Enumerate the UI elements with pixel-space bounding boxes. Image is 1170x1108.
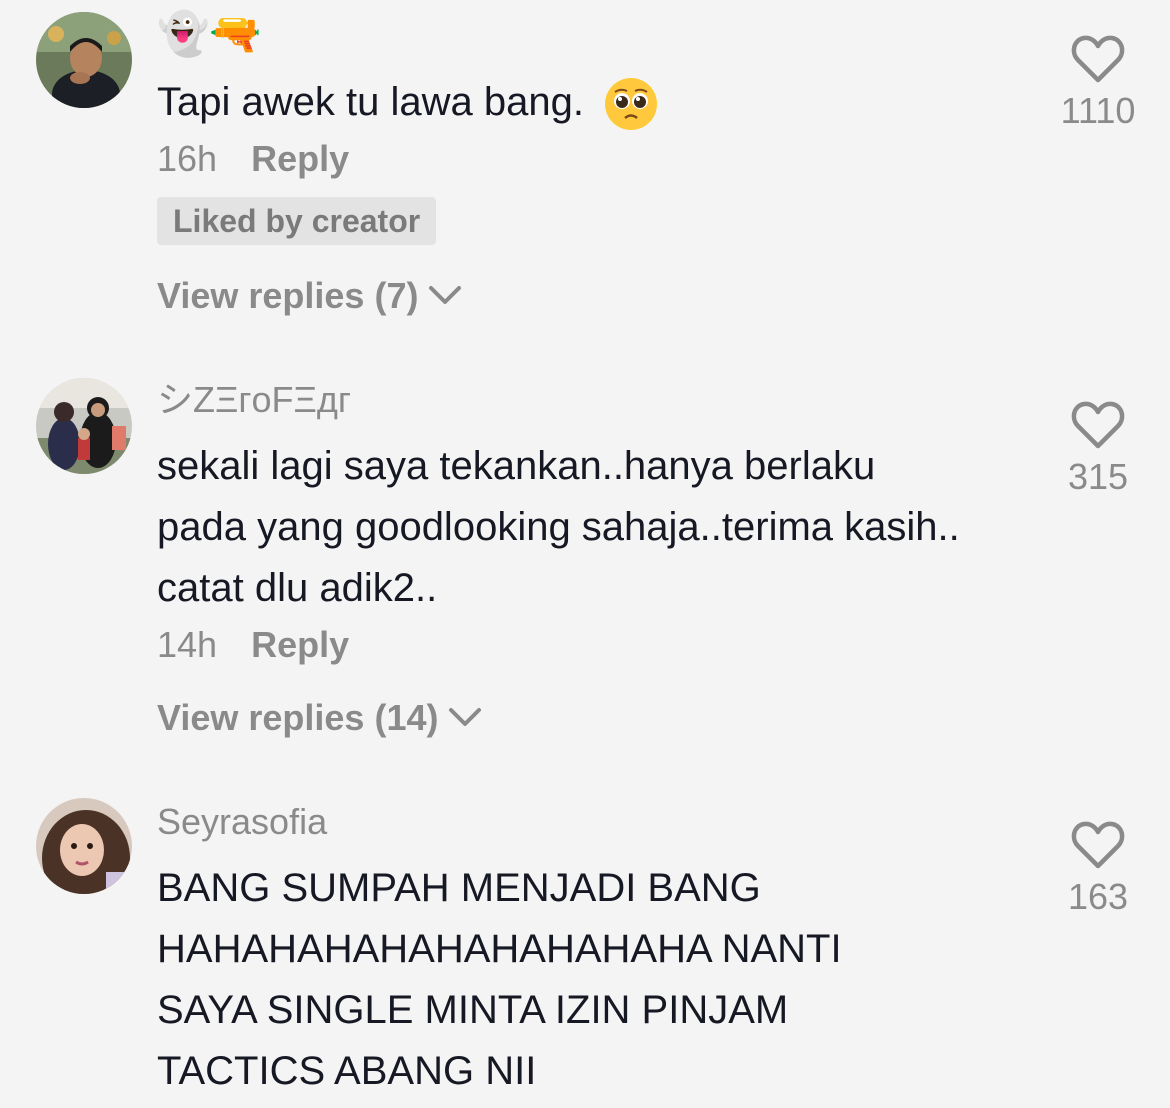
username-text: 👻🔫 [157,10,262,57]
view-replies-button[interactable]: View replies (14) [157,697,977,739]
comment-text: sekali lagi saya tekankan..hanya berlaku… [157,444,960,610]
like-button[interactable]: 163 [1052,820,1144,918]
heart-outline-icon [1071,821,1125,869]
pleading-face-icon [605,78,658,131]
timestamp: 16h [157,138,218,179]
comment-meta: 16h Reply [157,137,977,181]
chevron-down-icon [429,286,462,304]
comment-meta: 14h Reply [157,623,977,667]
avatar[interactable] [36,12,132,108]
heart-outline-icon [1071,401,1125,449]
like-count: 163 [1067,876,1129,917]
view-replies-button[interactable]: View replies (7) [157,275,977,317]
reply-button[interactable]: Reply [251,624,349,665]
heart-outline-icon [1071,35,1125,83]
like-button[interactable]: 1110 [1052,34,1144,132]
avatar[interactable] [36,798,132,894]
comment-text-body: Tapi awek tu lawa bang. [157,80,584,124]
avatar[interactable] [36,378,132,474]
comment-text: Tapi awek tu lawa bang. [157,72,977,133]
like-count: 1110 [1060,90,1136,131]
view-replies-label: View replies (14) [157,697,439,738]
username-text: Seyrasofia [157,801,328,842]
reply-button[interactable]: Reply [251,138,349,179]
timestamp: 14h [157,624,218,665]
comment-text: BANG SUMPAH MENJADI BANG HAHAHAHAHAHAHAH… [157,866,842,1093]
username[interactable]: 👻🔫 [157,12,977,56]
like-count: 315 [1067,456,1129,497]
username[interactable]: Seyrasofia [157,800,977,844]
username[interactable]: シZΞгoFΞдг [157,378,977,422]
view-replies-label: View replies (7) [157,275,419,316]
like-button[interactable]: 315 [1052,400,1144,498]
chevron-down-icon [449,708,482,726]
username-text: シZΞгoFΞдг [157,379,352,420]
liked-by-creator-badge: Liked by creator [157,197,437,245]
